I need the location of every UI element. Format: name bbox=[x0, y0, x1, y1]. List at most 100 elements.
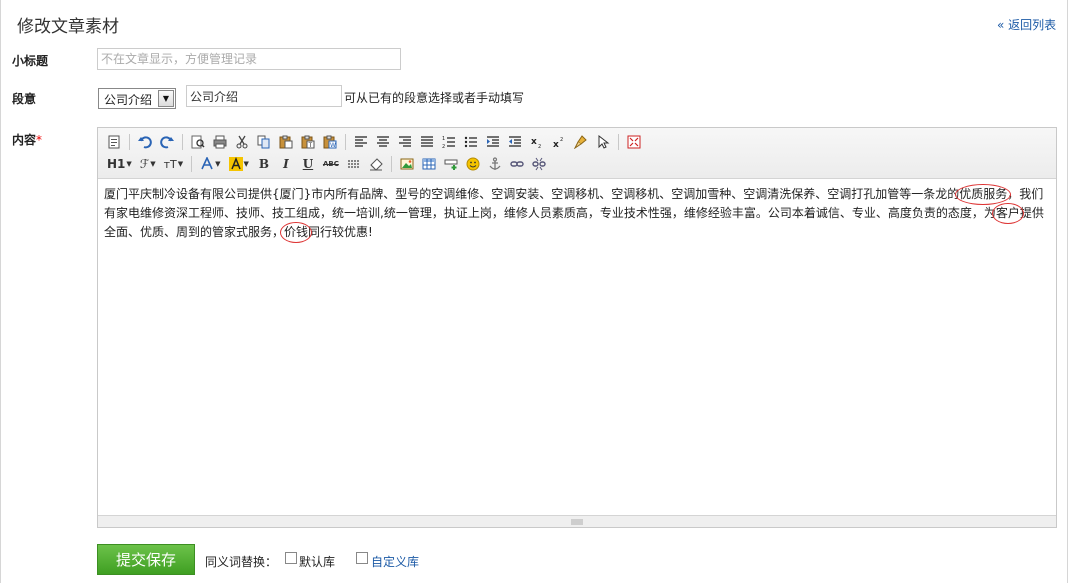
custom-library-link[interactable]: 自定义库 bbox=[371, 553, 419, 570]
required-mark: * bbox=[36, 133, 43, 147]
redo-icon[interactable] bbox=[158, 132, 176, 152]
bold-icon: B bbox=[258, 157, 270, 171]
chevron-down-icon: ▼ bbox=[177, 160, 184, 168]
circled-phrase: 优质服务 bbox=[959, 187, 1008, 201]
svg-text:T: T bbox=[308, 142, 313, 149]
svg-text:2: 2 bbox=[538, 144, 541, 149]
fullscreen-icon[interactable] bbox=[625, 132, 643, 152]
editor-toolbar: T W 12 x2 x2 H1 ▼ ℱ ▼ тT ▼ ▼ ▼ B I U ABC bbox=[98, 128, 1056, 179]
cut-icon[interactable] bbox=[233, 132, 251, 152]
underline-icon: U bbox=[302, 157, 314, 171]
link-icon[interactable] bbox=[508, 154, 526, 174]
emoticon-icon[interactable] bbox=[464, 154, 482, 174]
toolbar-separator bbox=[618, 134, 619, 150]
font-size-dropdown[interactable]: тT ▼ bbox=[162, 154, 186, 174]
ordered-list-icon[interactable]: 12 bbox=[440, 132, 458, 152]
toolbar-separator bbox=[191, 156, 193, 172]
svg-text:2: 2 bbox=[442, 144, 445, 149]
align-right-icon[interactable] bbox=[396, 132, 414, 152]
toolbar-row-2: H1 ▼ ℱ ▼ тT ▼ ▼ ▼ B I U ABC bbox=[105, 153, 552, 175]
superscript-icon[interactable]: x2 bbox=[550, 132, 568, 152]
submit-save-button[interactable]: 提交保存 bbox=[97, 544, 195, 575]
back-to-list-link[interactable]: « 返回列表 bbox=[997, 16, 1056, 33]
chevron-down-icon[interactable]: ▼ bbox=[158, 90, 174, 107]
insert-table-icon[interactable] bbox=[420, 154, 438, 174]
subtitle-input[interactable] bbox=[97, 48, 401, 70]
indent-icon[interactable] bbox=[484, 132, 502, 152]
content-text: 厦门平庆制冷设备有限公司提供{厦门}市内所有品牌、型号的空调维修、空调安装、空调… bbox=[104, 187, 960, 201]
resize-grip-icon bbox=[571, 519, 583, 524]
print-icon[interactable] bbox=[211, 132, 229, 152]
toolbar-row-1: T W 12 x2 x2 bbox=[105, 131, 647, 153]
subscript-icon[interactable]: x2 bbox=[528, 132, 546, 152]
paragraph-input[interactable] bbox=[186, 85, 342, 107]
svg-text:2: 2 bbox=[560, 137, 563, 143]
strikethrough-icon: ABC bbox=[322, 160, 339, 168]
page-title: 修改文章素材 bbox=[17, 17, 119, 37]
select-all-cursor-icon[interactable] bbox=[594, 132, 612, 152]
horizontal-rule-icon[interactable] bbox=[345, 154, 363, 174]
paste-icon[interactable] bbox=[277, 132, 295, 152]
default-library-label[interactable]: 默认库 bbox=[299, 553, 335, 570]
align-left-icon[interactable] bbox=[352, 132, 370, 152]
undo-icon[interactable] bbox=[136, 132, 154, 152]
content-label-text: 内容 bbox=[12, 133, 37, 147]
circled-phrase: 价钱 bbox=[284, 225, 309, 239]
align-center-icon[interactable] bbox=[374, 132, 392, 152]
underline-button[interactable]: U bbox=[299, 154, 317, 174]
svg-text:1: 1 bbox=[442, 136, 445, 142]
page-border-right bbox=[1067, 0, 1068, 583]
synonym-replace-label: 同义词替换： bbox=[205, 555, 278, 569]
editor-content-area[interactable]: 厦门平庆制冷设备有限公司提供{厦门}市内所有品牌、型号的空调维修、空调安装、空调… bbox=[98, 179, 1056, 515]
toolbar-separator bbox=[390, 156, 392, 172]
editor-resize-handle[interactable] bbox=[98, 515, 1056, 527]
chevron-down-icon: ▼ bbox=[150, 160, 156, 168]
eraser-icon[interactable] bbox=[367, 154, 385, 174]
italic-button[interactable]: I bbox=[277, 154, 295, 174]
chevron-down-icon: ▼ bbox=[243, 160, 249, 168]
source-code-icon[interactable] bbox=[105, 132, 123, 152]
page-border-left bbox=[0, 0, 1, 583]
unordered-list-icon[interactable] bbox=[462, 132, 480, 152]
paragraph-select-value: 公司介绍 bbox=[104, 93, 153, 107]
font-family-dropdown[interactable]: ℱ ▼ bbox=[138, 154, 158, 174]
chevron-down-icon: ▼ bbox=[215, 160, 221, 168]
svg-text:W: W bbox=[330, 142, 336, 149]
font-size-label: тT bbox=[163, 157, 177, 171]
anchor-icon[interactable] bbox=[486, 154, 504, 174]
italic-icon: I bbox=[283, 157, 289, 171]
align-justify-icon[interactable] bbox=[418, 132, 436, 152]
paste-word-icon[interactable]: W bbox=[321, 132, 339, 152]
circled-phrase: 客户 bbox=[995, 206, 1020, 220]
paste-text-icon[interactable]: T bbox=[299, 132, 317, 152]
background-color-dropdown[interactable]: ▼ bbox=[227, 154, 251, 174]
paragraph-hint: 可从已有的段意选择或者手动填写 bbox=[344, 91, 525, 105]
font-color-dropdown[interactable]: ▼ bbox=[198, 154, 222, 174]
copy-icon[interactable] bbox=[255, 132, 273, 152]
outdent-icon[interactable] bbox=[506, 132, 524, 152]
highlight-color-icon bbox=[228, 157, 243, 171]
heading-label: H1 bbox=[107, 157, 126, 171]
strikethrough-button[interactable]: ABC bbox=[321, 154, 341, 174]
content-label: 内容* bbox=[12, 131, 42, 148]
insert-row-icon[interactable] bbox=[442, 154, 460, 174]
font-color-icon bbox=[201, 157, 213, 170]
custom-library-checkbox[interactable] bbox=[356, 552, 368, 564]
insert-image-icon[interactable] bbox=[398, 154, 416, 174]
content-text: 同行较优惠! bbox=[308, 225, 373, 239]
svg-text:x: x bbox=[531, 137, 537, 147]
heading-dropdown[interactable]: H1 ▼ bbox=[105, 154, 134, 174]
toolbar-separator bbox=[129, 134, 130, 150]
subtitle-label: 小标题 bbox=[12, 54, 49, 68]
bold-button[interactable]: B bbox=[255, 154, 273, 174]
toolbar-separator bbox=[345, 134, 346, 150]
default-library-checkbox[interactable] bbox=[285, 552, 297, 564]
svg-text:x: x bbox=[553, 140, 559, 149]
chevron-down-icon: ▼ bbox=[126, 160, 132, 168]
rich-text-editor: T W 12 x2 x2 H1 ▼ ℱ ▼ тT ▼ ▼ ▼ B I U ABC… bbox=[97, 127, 1057, 528]
paragraph-label: 段意 bbox=[12, 92, 37, 106]
preview-icon[interactable] bbox=[189, 132, 207, 152]
paragraph-select[interactable]: 公司介绍 ▼ bbox=[98, 88, 176, 109]
unlink-icon[interactable] bbox=[530, 154, 548, 174]
clear-format-brush-icon[interactable] bbox=[572, 132, 590, 152]
